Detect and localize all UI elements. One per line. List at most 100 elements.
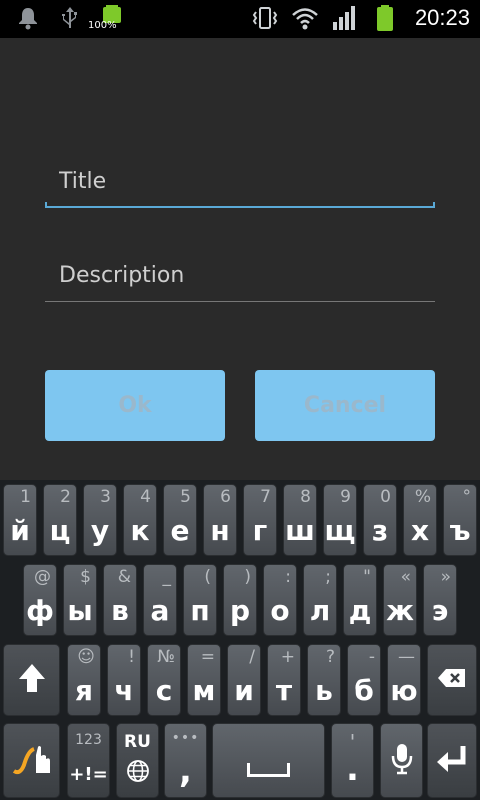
status-bar: 100% 20:23 [0,0,480,38]
title-input[interactable] [45,148,435,208]
key-hint: 9 [340,487,351,507]
key-row3-7[interactable]: -б [347,644,381,716]
key-row2-9[interactable]: «ж [383,564,417,636]
key-hint: 4 [140,487,151,507]
shift-key[interactable] [3,644,60,716]
key-row3-6[interactable]: ? ь [307,644,341,716]
key-label: т [275,674,293,707]
key-row3-8[interactable]: — ю [387,644,421,716]
key-label: п [190,594,210,627]
description-underline [45,301,435,302]
key-row3-4[interactable]: / и [227,644,261,716]
key-row1-6[interactable]: 7г [243,484,277,556]
symbols-key[interactable]: 123 +!= [67,723,110,798]
key-row3-2[interactable]: № с [147,644,181,716]
key-label: а [150,594,170,627]
backspace-key[interactable] [427,644,477,716]
key-label: з [371,514,389,547]
key-row3-0[interactable]: ☺ я [67,644,101,716]
key-row1-3[interactable]: 4к [123,484,157,556]
key-row3-5[interactable]: + т [267,644,301,716]
key-row1-2[interactable]: 3у [83,484,117,556]
key-hint: _ [162,567,172,587]
key-hint: @ [34,567,51,587]
key-row2-3[interactable]: _ а [143,564,177,636]
title-underline [45,206,435,208]
key-label: х [410,514,430,547]
underline-tick-right [433,202,435,208]
clock: 20:23 [414,5,470,30]
period-key[interactable]: ' . [331,723,374,798]
space-key[interactable] [212,723,325,798]
key-row1-11[interactable]: ° ъ [443,484,477,556]
keyboard: 1 й 2 ц 3 у 4 к 5 е 6 н 7 г 8 ш 9 щ 0 з% х ° ъ @ ф $ ы & в _ а(п) р: о;… [0,480,480,800]
shift-arrow-icon [4,662,59,698]
cancel-button[interactable]: Cancel [255,370,435,441]
key-row3-1[interactable]: ! ч [107,644,141,716]
key-row1-8[interactable]: 9щ [323,484,357,556]
key-label: и [234,674,254,707]
key-hint: ( [204,567,211,587]
key-label: у [90,514,110,547]
key-label: э [431,594,449,627]
key-hint: ? [325,647,335,667]
space-bar-icon [247,763,290,777]
key-row2-0[interactable]: @ ф [23,564,57,636]
key-hint: 3 [100,487,111,507]
swype-key[interactable] [3,723,60,798]
key-hint: + [280,647,295,667]
key-label: б [354,674,374,707]
key-row1-10[interactable]: % х [403,484,437,556]
key-label: в [111,594,129,627]
key-hint: 6 [220,487,231,507]
key-hint: / [249,647,255,667]
notification-bell-icon [14,4,42,32]
key-label: к [130,514,150,547]
key-row1-0[interactable]: 1й [3,484,37,556]
enter-key[interactable] [427,723,477,798]
key-row3-3[interactable]: = м [187,644,221,716]
key-row2-6[interactable]: :о [263,564,297,636]
key-label: ф [26,594,54,627]
wifi-icon [291,4,319,32]
key-row1-1[interactable]: 2ц [43,484,77,556]
key-hint: « [400,567,411,587]
key-row1-9[interactable]: 0з [363,484,397,556]
description-input[interactable] [45,242,435,302]
comma-hint: ••• [171,730,200,746]
key-label: н [210,514,230,547]
key-label: ю [390,674,418,707]
key-row1-7[interactable]: 8ш [283,484,317,556]
vibrate-icon [251,4,279,32]
key-hint: 2 [60,487,71,507]
key-label: ь [315,674,333,707]
key-row2-2[interactable]: & в [103,564,137,636]
key-row2-5[interactable]: ) р [223,564,257,636]
key-hint: 8 [300,487,311,507]
key-hint: 0 [380,487,391,507]
key-hint: % [414,487,431,507]
period-label: . [346,749,359,789]
key-row2-7[interactable]: ; л [303,564,337,636]
language-label: RU [124,732,151,752]
key-row2-1[interactable]: $ ы [63,564,97,636]
key-hint: : [285,567,291,587]
comma-key[interactable]: ••• , [164,723,207,798]
underline-tick-left [45,202,47,208]
key-hint: ! [128,647,135,667]
key-row1-5[interactable]: 6н [203,484,237,556]
key-hint: — [398,647,415,667]
voice-input-key[interactable] [380,723,423,798]
key-hint: ; [325,567,331,587]
signal-icon [331,4,359,32]
key-row2-10[interactable]: » э [423,564,457,636]
title-field-container [45,148,435,208]
key-row1-4[interactable]: 5е [163,484,197,556]
usb-icon [56,4,84,32]
language-key[interactable]: RU [116,723,159,798]
ok-button[interactable]: Ok [45,370,225,441]
battery-full-icon [371,4,399,32]
description-field-container [45,242,435,302]
key-row2-4[interactable]: (п [183,564,217,636]
key-row2-8[interactable]: " д [343,564,377,636]
